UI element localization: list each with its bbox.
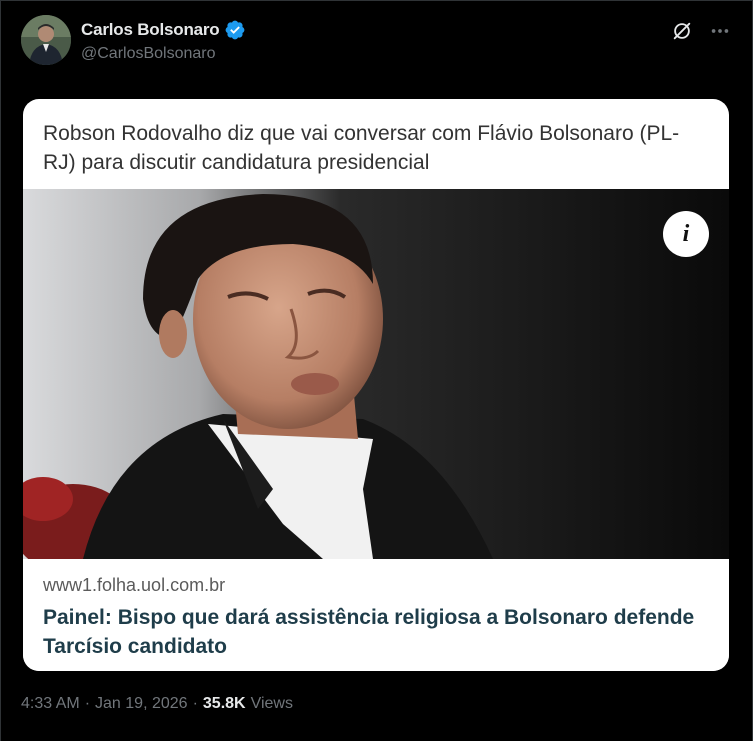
timestamp-date[interactable]: Jan 19, 2026	[95, 695, 188, 713]
views-count[interactable]: 35.8K	[203, 695, 246, 713]
timestamp-time[interactable]: 4:33 AM	[21, 695, 80, 713]
display-name[interactable]: Carlos Bolsonaro	[81, 20, 220, 40]
more-icon[interactable]	[708, 19, 732, 43]
tweet-meta: 4:33 AM · Jan 19, 2026 · 35.8K Views	[21, 695, 293, 713]
avatar[interactable]	[21, 15, 71, 65]
link-card[interactable]: Robson Rodovalho diz que vai conversar c…	[23, 99, 729, 671]
card-title: Painel: Bispo que dará assistência relig…	[43, 606, 695, 658]
article-photo	[23, 189, 729, 559]
views-label: Views	[250, 695, 293, 712]
tweet: Carlos Bolsonaro @CarlosBolsonaro Robson…	[0, 0, 753, 741]
tweet-header: Carlos Bolsonaro @CarlosBolsonaro	[21, 15, 732, 67]
card-footer: www1.folha.uol.com.br Painel: Bispo que …	[23, 559, 729, 671]
avatar-photo	[21, 15, 71, 65]
header-actions	[670, 19, 732, 43]
card-image[interactable]: i	[23, 189, 729, 559]
handle[interactable]: @CarlosBolsonaro	[81, 45, 216, 63]
meta-separator: ·	[192, 695, 198, 712]
meta-separator: ·	[84, 695, 91, 712]
card-headline: Robson Rodovalho diz que vai conversar c…	[43, 122, 680, 174]
card-domain: www1.folha.uol.com.br	[43, 575, 226, 595]
grok-icon[interactable]	[670, 19, 694, 43]
info-button[interactable]: i	[663, 211, 709, 257]
name-row: Carlos Bolsonaro	[81, 19, 246, 41]
verified-badge-icon[interactable]	[224, 19, 246, 41]
